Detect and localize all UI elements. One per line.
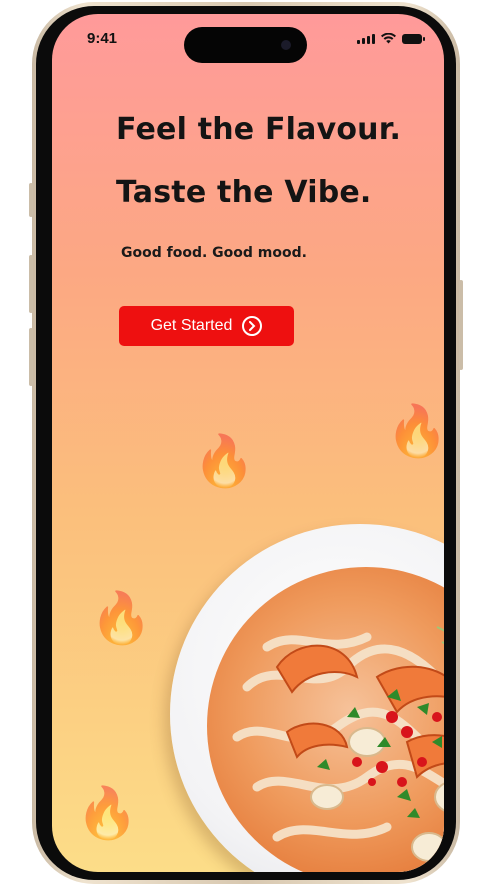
noodle-soup-toppings <box>232 626 444 862</box>
flame-decoration-icon: 🔥 <box>90 589 153 647</box>
flame-decoration-icon: 🔥 <box>386 402 444 460</box>
volume-down-button <box>29 328 33 386</box>
volume-up-button <box>29 255 33 313</box>
get-started-button[interactable]: Get Started <box>119 306 294 346</box>
action-button <box>29 183 33 217</box>
get-started-label: Get Started <box>150 317 233 334</box>
tagline: Good food. Good mood. <box>121 245 307 261</box>
dynamic-island <box>184 27 307 63</box>
status-icons <box>357 33 425 44</box>
flame-decoration-icon: 🔥 <box>76 784 139 842</box>
cellular-signal-icon <box>357 34 375 44</box>
status-time: 9:41 <box>87 30 118 47</box>
app-screen: 9:41 🔥 🔥 🔥 🔥 Feel the Flavour. Taste the… <box>52 14 444 872</box>
headline-line-2: Taste the Vibe. <box>116 175 372 210</box>
power-button <box>459 280 463 370</box>
battery-icon <box>402 34 425 44</box>
chevron-right-circle-icon <box>242 316 263 336</box>
flame-decoration-icon: 🔥 <box>193 432 256 490</box>
wifi-icon <box>381 33 396 44</box>
headline-line-1: Feel the Flavour. <box>116 112 402 147</box>
